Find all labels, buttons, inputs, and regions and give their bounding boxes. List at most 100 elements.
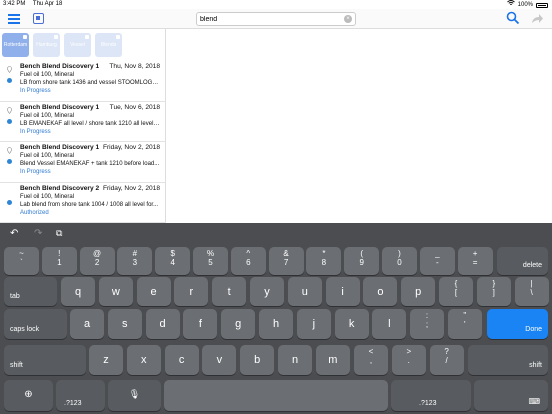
item-date: Thu, Nov 8, 2018 [109,63,160,70]
key-punct-0[interactable]: :; [410,309,444,339]
menu-icon[interactable] [8,14,20,24]
key-s[interactable]: s [107,309,142,339]
item-title: Bench Blend Discovery 1 [20,63,100,70]
search-input[interactable] [197,13,337,25]
paste-icon[interactable]: ⧉ [56,228,62,239]
key-g[interactable]: g [221,309,256,339]
globe-key[interactable]: ⊕ [4,380,53,411]
key-l[interactable]: l [372,309,407,339]
key-m[interactable]: m [315,345,350,375]
space-bar[interactable] [164,380,388,411]
search-icon[interactable] [506,11,520,25]
key-n[interactable]: n [278,345,312,375]
done-key[interactable]: Done [487,309,548,339]
item-date: Friday, Nov 2, 2018 [102,144,160,151]
key-10[interactable]: ) 0 [382,247,417,275]
key-sym-1[interactable]: >. [391,345,426,375]
key-bracket-1[interactable]: }] [476,277,511,306]
item-product: Fuel oil 100, Mineral [20,112,75,119]
key-1[interactable]: ! 1 [41,247,77,275]
key-d[interactable]: d [145,309,180,339]
key-r[interactable]: r [174,277,209,306]
item-product: Fuel oil 100, Mineral [20,72,75,78]
status-time: 3:42 PM [3,1,26,7]
list-item[interactable]: Bench Blend Discovery 2 Friday, Nov 2, 20… [0,183,166,223]
item-title: Bench Blend Discovery 2 [20,184,100,192]
key-j[interactable]: j [296,309,331,339]
undo-icon[interactable]: ↶ [10,228,18,239]
key-i[interactable]: i [325,277,360,306]
key-w[interactable]: w [98,277,133,306]
list-item[interactable]: Bench Blend Discovery 1 Thu, Nov 8, 2018 … [0,61,166,102]
microphone-icon: 🎙 [128,389,141,399]
key-11[interactable]: _ - [419,247,455,275]
key-2[interactable]: @2 [79,247,115,275]
numbers-key-left[interactable]: .?123 [56,380,105,411]
key-f[interactable]: f [183,309,218,339]
item-date: Friday, Nov 2, 2018 [102,184,160,192]
right-shift-key[interactable]: shift [468,345,548,375]
results-sidebar: Rotterdam Hamburg Vessel Blends Bench Bl… [0,29,166,223]
key-y[interactable]: y [250,277,284,306]
left-shift-key[interactable]: shift [4,345,86,375]
key-b[interactable]: b [240,345,275,375]
results-list: Bench Blend Discovery 1 Thu, Nov 8, 2018 … [0,61,166,223]
key-sym-2[interactable]: ? / [429,345,464,375]
item-status: In Progress [20,169,51,175]
filter-blends[interactable]: Blends [95,33,122,57]
share-arrow-icon[interactable] [530,12,544,26]
list-item[interactable]: Bench Blend Discovery 1 Friday, Nov 2, 20… [0,142,166,183]
item-status: In Progress [20,88,51,94]
globe-icon: ⊕ [24,389,33,400]
key-0[interactable]: ~ ` [4,247,39,275]
key-bracket-0[interactable]: {[ [439,277,473,306]
key-5[interactable]: % 5 [193,247,228,275]
tab-key[interactable]: tab [4,277,57,306]
key-12[interactable]: + = [457,247,493,275]
filter-hamburg[interactable]: Hamburg [33,33,60,57]
filter-vessel[interactable]: Vessel [64,33,91,57]
key-4[interactable]: $4 [155,247,191,275]
list-item[interactable]: Bench Blend Discovery 1 Tue, Nov 6, 2018 … [0,102,166,142]
clear-search-icon[interactable]: × [344,15,352,23]
key-t[interactable]: t [212,277,247,306]
onscreen-keyboard: ↶ ↷ ⧉ delete tab caps lock Done shift sh… [0,223,552,414]
key-3[interactable]: #3 [117,247,153,275]
delete-key[interactable]: delete [497,247,548,275]
key-7[interactable]: & 7 [268,247,304,275]
item-product: Fuel oil 100, Mineral [20,193,75,200]
key-h[interactable]: h [259,309,293,339]
key-6[interactable]: ^ 6 [230,247,266,275]
key-v[interactable]: v [202,345,237,375]
key-a[interactable]: a [70,309,104,339]
key-p[interactable]: p [401,277,436,306]
keyboard-dismiss-key[interactable]: ⌨ [474,380,548,411]
key-punct-1[interactable]: " ' [447,309,482,339]
key-x[interactable]: x [126,345,161,375]
key-k[interactable]: k [334,309,369,339]
numbers-key-right[interactable]: .?123 [391,380,471,411]
key-8[interactable]: * 8 [306,247,342,275]
battery-icon [536,3,548,8]
top-navigation-bar: × [0,9,552,29]
key-c[interactable]: c [164,345,199,375]
key-e[interactable]: e [136,277,171,306]
item-title: Bench Blend Discovery 1 [20,103,100,111]
key-bracket-2[interactable]: | \ [514,277,549,306]
filter-rotterdam[interactable]: Rotterdam [2,33,29,57]
key-o[interactable]: o [363,277,398,306]
dictation-key[interactable]: 🎙 [108,380,161,411]
redo-icon[interactable]: ↷ [34,228,42,239]
item-date: Tue, Nov 6, 2018 [109,103,160,111]
location-filter-bar: Rotterdam Hamburg Vessel Blends [2,33,122,58]
key-q[interactable]: q [61,277,95,306]
app-logo-icon[interactable] [33,13,44,24]
keyboard-hide-icon: ⌨ [528,397,540,406]
key-9[interactable]: (9 [344,247,380,275]
caps-lock-key[interactable]: caps lock [4,309,67,339]
flag-icon [116,35,120,39]
key-u[interactable]: u [287,277,322,306]
status-bar: 3:42 PM Thu Apr 18 100% [0,0,552,9]
key-z[interactable]: z [89,345,123,375]
key-sym-0[interactable]: <, [354,345,388,375]
